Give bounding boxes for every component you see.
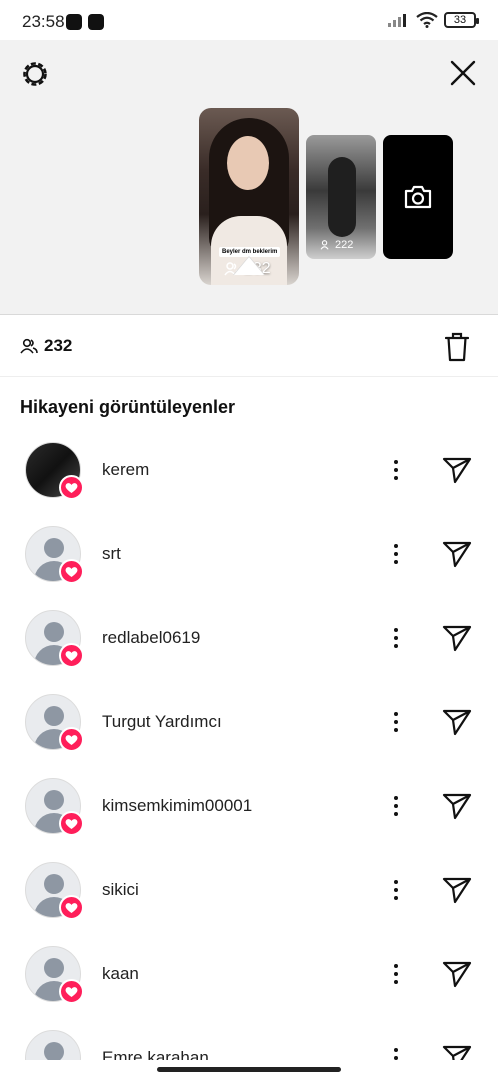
heart-icon	[65, 566, 78, 577]
like-badge	[59, 895, 84, 920]
like-badge	[59, 979, 84, 1004]
heart-icon	[65, 650, 78, 661]
viewer-row[interactable]: sikici	[0, 848, 498, 932]
viewer-username[interactable]: Turgut Yardımcı	[102, 712, 222, 732]
send-message-button[interactable]	[441, 706, 473, 738]
viewer-username[interactable]: kerem	[102, 460, 149, 480]
more-options-button[interactable]	[386, 708, 406, 736]
avatar[interactable]	[25, 1030, 81, 1060]
heart-icon	[65, 734, 78, 745]
like-badge	[59, 475, 84, 500]
close-icon	[450, 60, 476, 86]
viewer-username[interactable]: kimsemkimim00001	[102, 796, 252, 816]
more-icon	[394, 880, 398, 900]
delete-story-button[interactable]	[442, 330, 472, 364]
notification-icon	[66, 14, 82, 30]
viewers-section-title: Hikayeni görüntüleyenler	[20, 397, 236, 417]
send-icon	[442, 1045, 472, 1060]
more-options-button[interactable]	[386, 876, 406, 904]
viewer-row[interactable]: srt	[0, 512, 498, 596]
more-icon	[394, 1048, 398, 1060]
more-options-button[interactable]	[386, 792, 406, 820]
more-options-button[interactable]	[386, 456, 406, 484]
settings-button[interactable]	[18, 57, 52, 91]
send-message-button[interactable]	[441, 958, 473, 990]
viewer-row[interactable]: kerem	[0, 428, 498, 512]
notification-icon	[88, 14, 104, 30]
home-indicator[interactable]	[157, 1067, 341, 1072]
close-button[interactable]	[446, 56, 480, 90]
like-badge	[59, 727, 84, 752]
send-icon	[442, 625, 472, 652]
like-badge	[59, 559, 84, 584]
send-message-button[interactable]	[441, 454, 473, 486]
viewer-row[interactable]: Emre karahan	[0, 1016, 498, 1060]
viewer-row[interactable]: redlabel0619	[0, 596, 498, 680]
trash-icon	[445, 332, 469, 362]
viewer-username[interactable]: kaan	[102, 964, 139, 984]
send-icon	[442, 709, 472, 736]
viewers-icon	[20, 338, 38, 354]
send-message-button[interactable]	[441, 538, 473, 570]
camera-icon	[404, 185, 432, 209]
more-icon	[394, 544, 398, 564]
send-icon	[442, 541, 472, 568]
send-message-button[interactable]	[441, 622, 473, 654]
total-views: 232	[20, 336, 72, 356]
status-bar: 23:58 33	[0, 0, 498, 40]
more-options-button[interactable]	[386, 960, 406, 988]
more-icon	[394, 712, 398, 732]
story-thumbnail-previous[interactable]: 222	[306, 135, 376, 259]
viewer-username[interactable]: Emre karahan	[102, 1048, 209, 1060]
more-options-button[interactable]	[386, 1044, 406, 1060]
like-badge	[59, 811, 84, 836]
status-icons: 33	[388, 12, 479, 28]
send-icon	[442, 961, 472, 988]
more-options-button[interactable]	[386, 540, 406, 568]
heart-icon	[65, 986, 78, 997]
add-story-button[interactable]	[383, 135, 453, 259]
wifi-icon	[416, 12, 438, 28]
signal-icon	[388, 14, 406, 27]
more-icon	[394, 628, 398, 648]
gear-icon	[23, 62, 47, 86]
send-icon	[442, 793, 472, 820]
viewer-username[interactable]: redlabel0619	[102, 628, 200, 648]
send-icon	[442, 877, 472, 904]
story-image	[328, 157, 356, 237]
send-message-button[interactable]	[441, 1042, 473, 1060]
battery-icon: 33	[444, 12, 479, 28]
viewer-row[interactable]: kaan	[0, 932, 498, 1016]
more-icon	[394, 460, 398, 480]
selected-story-pointer	[234, 257, 264, 275]
heart-icon	[65, 482, 78, 493]
like-badge	[59, 643, 84, 668]
send-message-button[interactable]	[441, 790, 473, 822]
heart-icon	[65, 818, 78, 829]
viewer-username[interactable]: sikici	[102, 880, 139, 900]
viewer-row[interactable]: kimsemkimim00001	[0, 764, 498, 848]
views-summary-row: 232	[0, 316, 498, 377]
viewer-username[interactable]: srt	[102, 544, 121, 564]
status-time: 23:58	[22, 12, 65, 31]
more-icon	[394, 796, 398, 816]
viewers-icon	[320, 240, 329, 250]
more-icon	[394, 964, 398, 984]
heart-icon	[65, 902, 78, 913]
send-icon	[442, 457, 472, 484]
more-options-button[interactable]	[386, 624, 406, 652]
viewer-row[interactable]: Turgut Yardımcı	[0, 680, 498, 764]
story-view-count: 222	[320, 239, 353, 251]
send-message-button[interactable]	[441, 874, 473, 906]
viewer-list[interactable]: kerem srt redlabel0619 Turgut Yardımcı k…	[0, 428, 498, 1060]
